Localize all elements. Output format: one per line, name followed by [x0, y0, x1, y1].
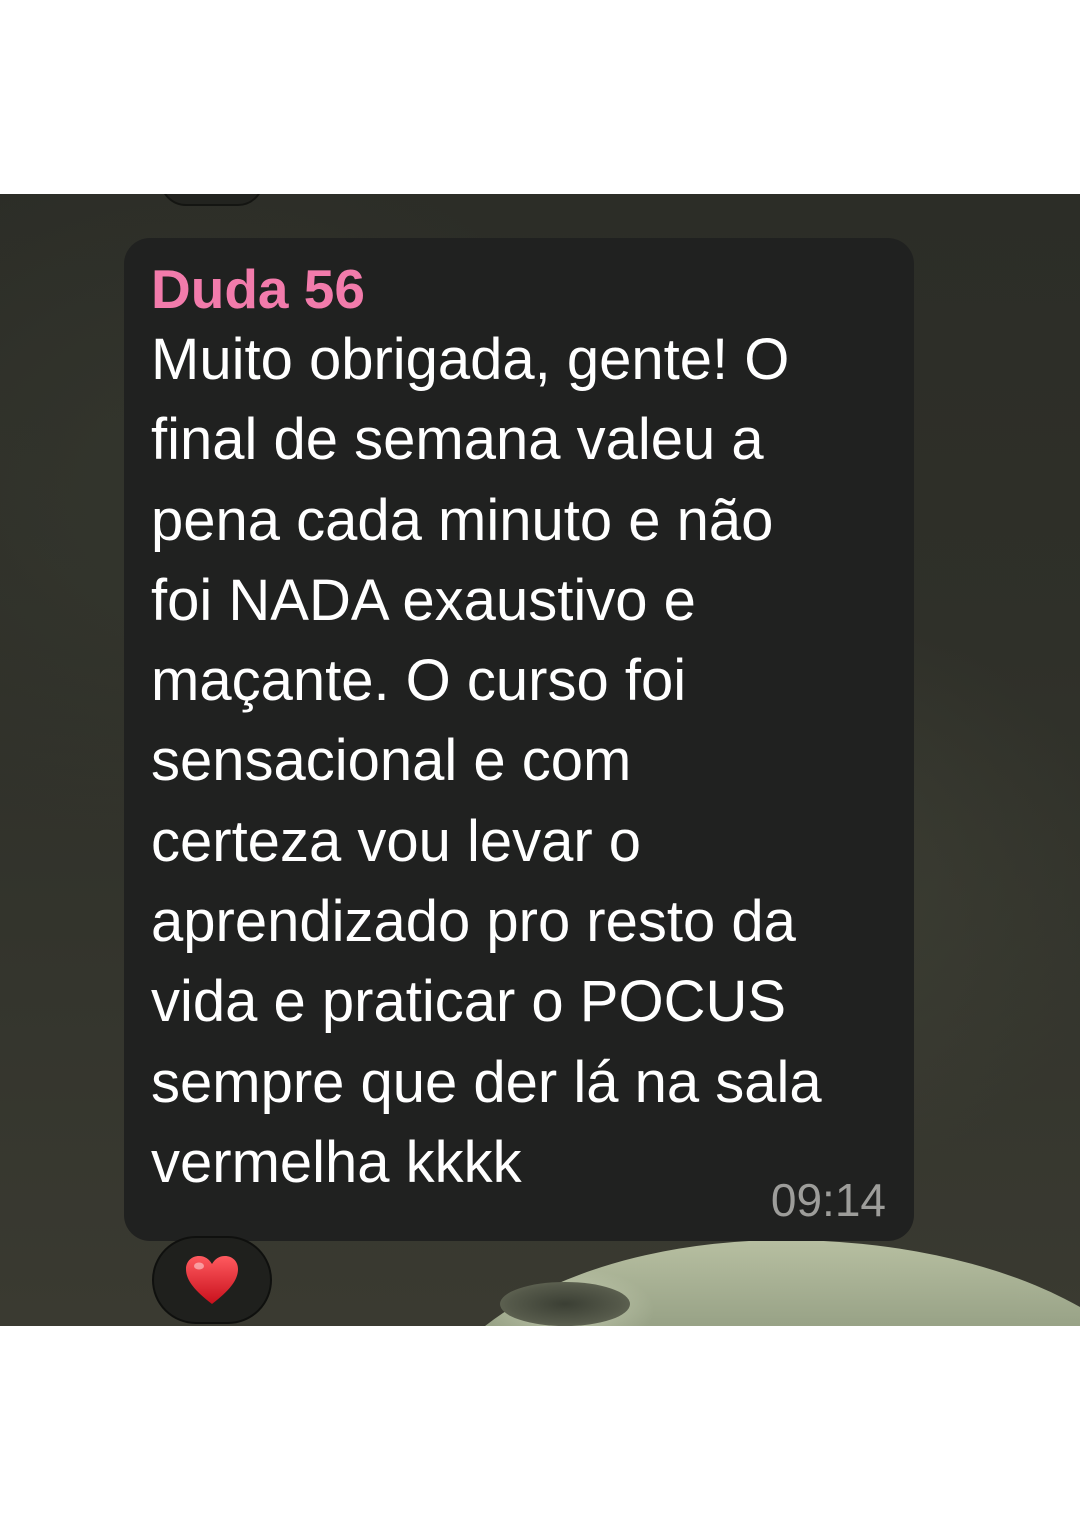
sender-name[interactable]: Duda 56	[151, 260, 886, 318]
message-line: vida e praticar o POCUS	[151, 969, 787, 1035]
message-line: Muito obrigada, gente! O	[151, 327, 790, 392]
message-line: certeza vou levar o	[151, 808, 642, 874]
reaction-pill[interactable]	[152, 1236, 272, 1324]
wallpaper-character-eye	[500, 1282, 630, 1326]
message-line: sempre que der lá na sala	[151, 1049, 822, 1115]
message-line: foi NADA exaustivo e	[151, 567, 696, 633]
message-line: maçante. O curso foi	[151, 648, 687, 714]
chat-background: Duda 56 Muito obrigada, gente! O final d…	[0, 194, 1080, 1326]
message-line: final de semana valeu a	[151, 407, 764, 473]
previous-reaction-pill[interactable]	[160, 194, 264, 206]
message-text: Muito obrigada, gente! O final de semana…	[151, 320, 886, 1203]
message-timestamp: 09:14	[770, 1174, 886, 1226]
heart-icon	[186, 1256, 238, 1304]
message-bubble[interactable]: Duda 56 Muito obrigada, gente! O final d…	[124, 238, 914, 1241]
message-line: aprendizado pro resto da	[151, 889, 796, 955]
message-line: pena cada minuto e não	[151, 487, 774, 553]
message-line: sensacional e com	[151, 728, 632, 794]
